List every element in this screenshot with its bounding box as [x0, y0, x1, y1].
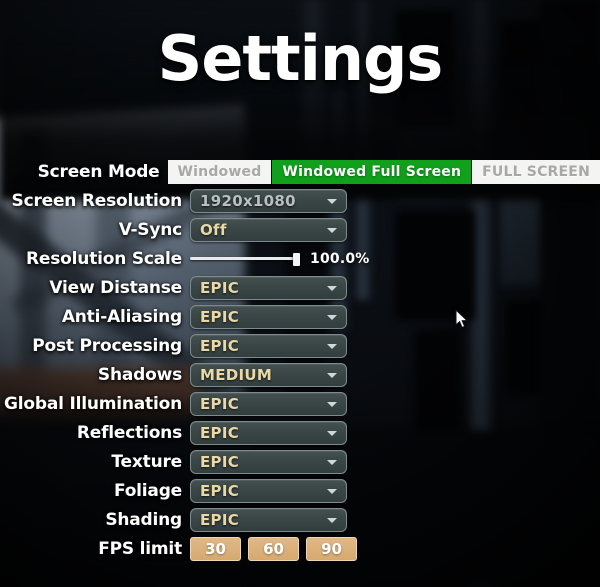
settings-row: View Distanse EPIC — [0, 273, 600, 302]
screen-mode-segmented-control: Windowed Windowed Full Screen FULL SCREEN — [167, 159, 600, 184]
settings-list: Screen Mode Windowed Windowed Full Screen F… — [0, 157, 600, 563]
chevron-down-icon — [327, 488, 337, 494]
setting-label: Shadows — [97, 364, 182, 385]
setting-label: Shading — [105, 509, 182, 530]
dropdown-value: EPIC — [200, 394, 240, 413]
setting-label: Screen Mode — [37, 161, 160, 182]
setting-dropdown[interactable]: EPIC — [190, 478, 347, 503]
chevron-down-icon — [327, 198, 337, 204]
setting-label: View Distanse — [49, 277, 182, 298]
setting-control: EPIC — [190, 304, 600, 329]
fps-limit-button-group: 30 60 90 — [190, 536, 357, 561]
settings-row: Anti-Aliasing EPIC — [0, 302, 600, 331]
setting-control: EPIC — [190, 478, 600, 503]
setting-label: Anti-Aliasing — [61, 306, 182, 327]
setting-control: Windowed Windowed Full Screen FULL SCREEN — [167, 159, 600, 184]
slider-track — [190, 257, 298, 260]
setting-label: Texture — [111, 451, 182, 472]
setting-control: Off — [190, 217, 600, 242]
setting-label: Screen Resolution — [11, 190, 183, 211]
settings-row: Foliage EPIC — [0, 476, 600, 505]
screen-mode-option-button[interactable]: Windowed — [167, 159, 272, 184]
chevron-down-icon — [327, 285, 337, 291]
setting-control: EPIC — [190, 449, 600, 474]
setting-dropdown[interactable]: EPIC — [190, 275, 347, 300]
fps-limit-button[interactable]: 30 — [190, 536, 241, 561]
setting-dropdown[interactable]: MEDIUM — [190, 362, 347, 387]
setting-label: V-Sync — [118, 219, 182, 240]
chevron-down-icon — [327, 459, 337, 465]
settings-row: Global Illumination EPIC — [0, 389, 600, 418]
chevron-down-icon — [327, 517, 337, 523]
settings-row: Post Processing EPIC — [0, 331, 600, 360]
dropdown-value: EPIC — [200, 336, 240, 355]
dropdown-value: 1920x1080 — [200, 191, 296, 210]
setting-label: Resolution Scale — [26, 248, 182, 269]
setting-control: 1920x1080 — [190, 188, 600, 213]
setting-dropdown[interactable]: EPIC — [190, 420, 347, 445]
settings-row: Reflections EPIC — [0, 418, 600, 447]
setting-control: EPIC — [190, 420, 600, 445]
settings-row: V-Sync Off — [0, 215, 600, 244]
screen-mode-option-button[interactable]: Windowed Full Screen — [272, 159, 472, 184]
setting-dropdown[interactable]: EPIC — [190, 507, 347, 532]
fps-limit-button[interactable]: 90 — [306, 536, 357, 561]
setting-dropdown[interactable]: EPIC — [190, 304, 347, 329]
slider-value-label: 100.0% — [310, 250, 370, 267]
setting-control: 100.0% — [190, 251, 600, 267]
setting-control: EPIC — [190, 333, 600, 358]
fps-limit-button[interactable]: 60 — [248, 536, 299, 561]
setting-dropdown[interactable]: EPIC — [190, 333, 347, 358]
page-title: Settings — [157, 22, 444, 95]
screen-mode-option-button[interactable]: FULL SCREEN — [472, 159, 600, 184]
setting-dropdown[interactable]: Off — [190, 217, 347, 242]
chevron-down-icon — [327, 227, 337, 233]
chevron-down-icon — [327, 430, 337, 436]
setting-control: EPIC — [190, 507, 600, 532]
setting-control: 30 60 90 — [190, 536, 600, 561]
setting-control: EPIC — [190, 391, 600, 416]
setting-control: MEDIUM — [190, 362, 600, 387]
chevron-down-icon — [327, 343, 337, 349]
setting-control: EPIC — [190, 275, 600, 300]
setting-dropdown[interactable]: EPIC — [190, 449, 347, 474]
settings-screen: Settings Screen Mode Windowed Windowed Ful… — [0, 0, 600, 587]
settings-row: Shading EPIC — [0, 505, 600, 534]
chevron-down-icon — [327, 314, 337, 320]
settings-row: FPS limit 30 60 90 — [0, 534, 600, 563]
resolution-scale-slider[interactable] — [190, 252, 300, 266]
dropdown-value: EPIC — [200, 423, 240, 442]
dropdown-value: EPIC — [200, 481, 240, 500]
dropdown-value: EPIC — [200, 278, 240, 297]
dropdown-value: EPIC — [200, 510, 240, 529]
dropdown-value: MEDIUM — [200, 365, 273, 384]
dropdown-value: EPIC — [200, 307, 240, 326]
dropdown-value: EPIC — [200, 452, 240, 471]
setting-dropdown[interactable]: 1920x1080 — [190, 188, 347, 213]
setting-label: Reflections — [76, 422, 182, 443]
setting-label: FPS limit — [98, 538, 182, 559]
settings-row: Resolution Scale 100.0% — [0, 244, 600, 273]
setting-label: Post Processing — [32, 335, 182, 356]
dropdown-value: Off — [200, 220, 227, 239]
settings-row: Screen Resolution 1920x1080 — [0, 186, 600, 215]
setting-label: Global Illumination — [4, 393, 182, 414]
resolution-scale-slider-wrap: 100.0% — [190, 251, 370, 267]
settings-row: Texture EPIC — [0, 447, 600, 476]
settings-row: Screen Mode Windowed Windowed Full Screen F… — [0, 157, 600, 186]
setting-label: Foliage — [113, 480, 182, 501]
slider-handle[interactable] — [293, 252, 300, 266]
setting-dropdown[interactable]: EPIC — [190, 391, 347, 416]
chevron-down-icon — [327, 401, 337, 407]
settings-row: Shadows MEDIUM — [0, 360, 600, 389]
chevron-down-icon — [327, 372, 337, 378]
